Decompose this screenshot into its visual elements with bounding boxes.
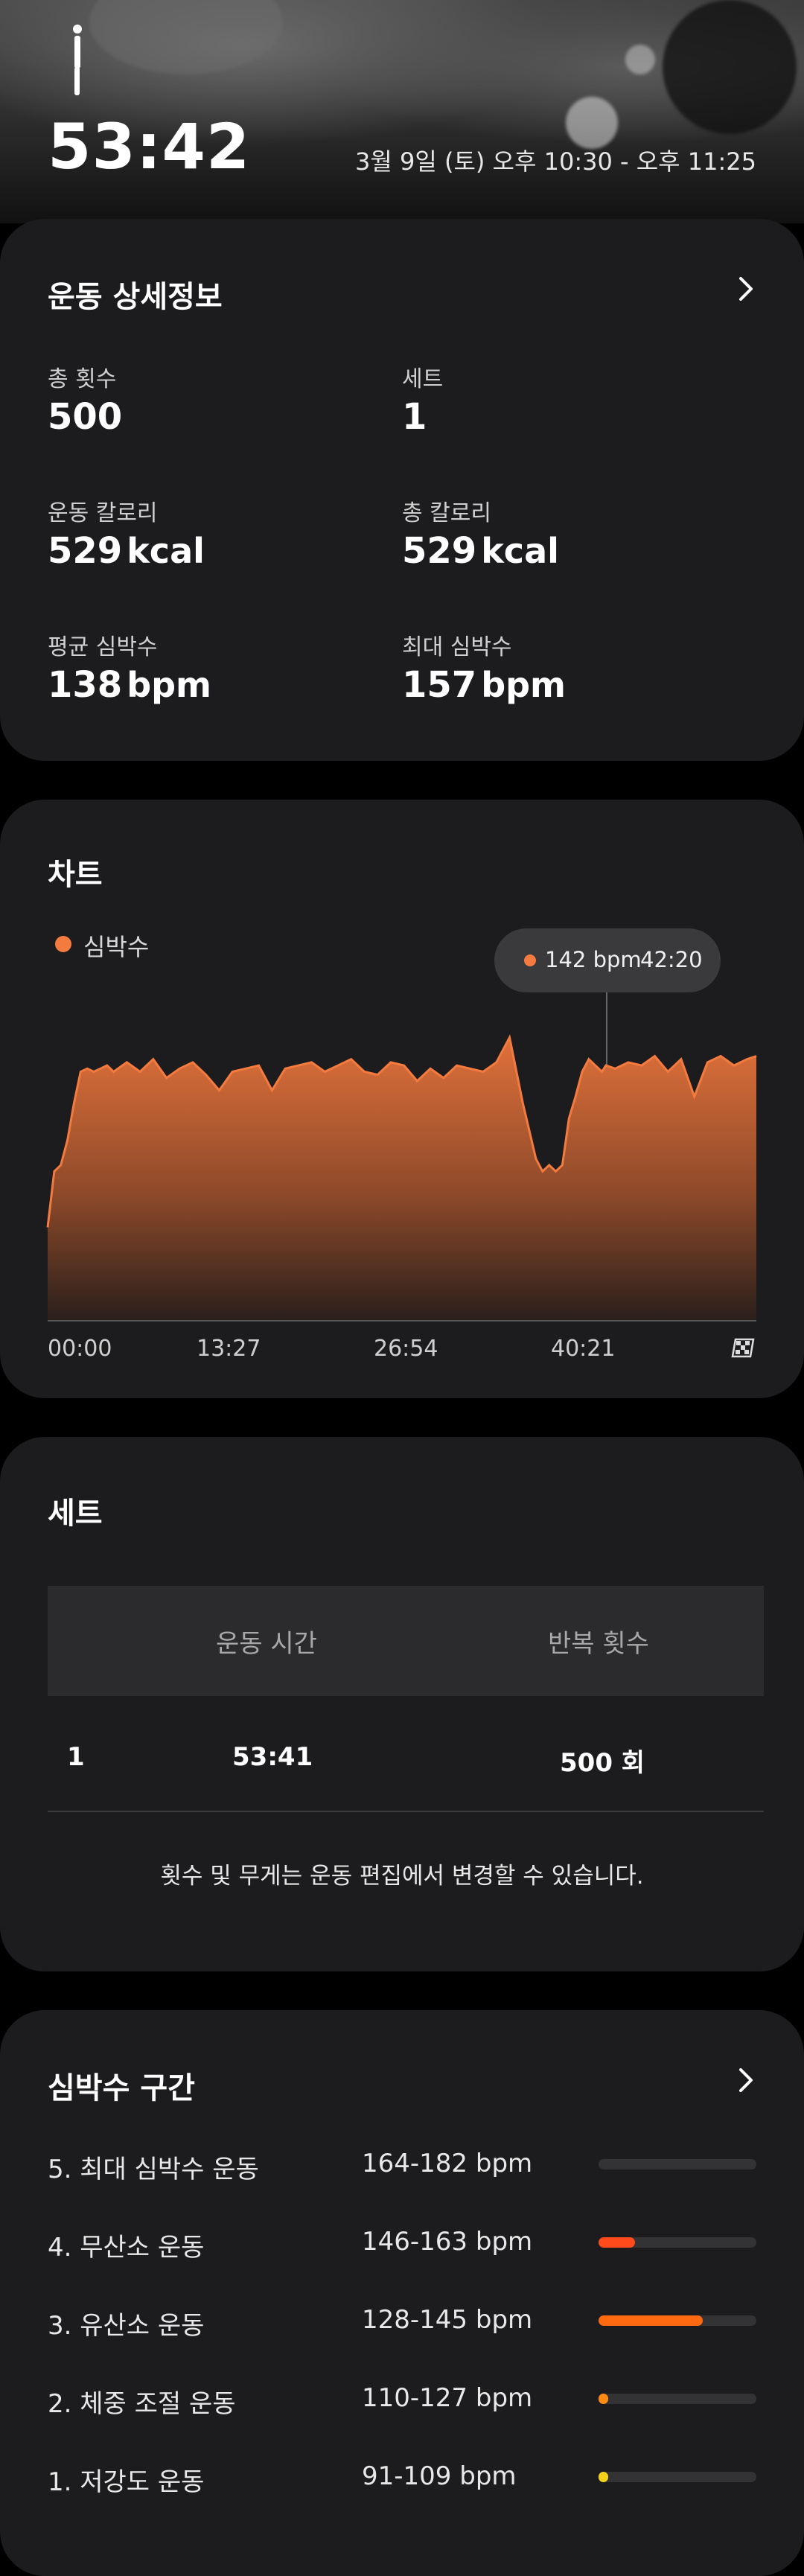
workout-duration: 53:42 xyxy=(48,110,251,183)
heart-rate-tooltip: 142 bpm 42:20 xyxy=(494,928,721,992)
total-calories-label: 총 칼로리 xyxy=(402,500,491,526)
zone-3-fill xyxy=(599,2315,703,2326)
sets-value: 1 xyxy=(402,396,427,438)
avg-heart-rate-value: 138 bpm xyxy=(48,664,211,706)
zone-2-bar xyxy=(599,2394,756,2404)
details-title: 운동 상세정보 xyxy=(48,280,223,314)
zone-3-range: 128-145 bpm xyxy=(362,2305,533,2335)
tooltip-time: 42:20 xyxy=(640,947,703,972)
zone-4-label: 4. 무산소 운동 xyxy=(48,2233,205,2263)
zone-5-bar xyxy=(599,2159,756,2169)
heart-rate-chart[interactable] xyxy=(0,800,804,1398)
chevron-right-icon[interactable] xyxy=(730,272,762,305)
zone-1-label: 1. 저강도 운동 xyxy=(48,2467,205,2497)
x-tick-2: 26:54 xyxy=(374,1336,438,1362)
x-tick-0: 00:00 xyxy=(48,1336,112,1362)
workout-calories-label: 운동 칼로리 xyxy=(48,500,158,526)
zone-1-bar xyxy=(599,2472,756,2482)
max-heart-rate-value: 157 bpm xyxy=(402,664,566,706)
bokeh-light xyxy=(566,97,618,149)
zone-1-fill xyxy=(599,2472,608,2482)
zone-3-label: 3. 유산소 운동 xyxy=(48,2311,205,2341)
dumbbell-shadow xyxy=(663,0,797,134)
avg-heart-rate-label: 평균 심박수 xyxy=(48,634,158,660)
col-workout-time: 운동 시간 xyxy=(216,1629,317,1659)
chevron-right-icon[interactable] xyxy=(730,2064,762,2097)
zone-2-fill xyxy=(599,2394,608,2404)
sets-label: 세트 xyxy=(402,366,444,392)
x-tick-3: 40:21 xyxy=(551,1336,616,1362)
zone-4-range: 146-163 bpm xyxy=(362,2227,533,2257)
total-reps-value: 500 xyxy=(48,396,123,438)
zone-4-fill xyxy=(599,2237,635,2248)
max-heart-rate-label: 최대 심박수 xyxy=(402,634,512,660)
set-reps: 500 회 xyxy=(560,1748,645,1778)
total-calories-value: 529 kcal xyxy=(402,530,559,572)
tooltip-dot xyxy=(524,954,536,966)
workout-date-range: 3월 9일 (토) 오후 10:30 - 오후 11:25 xyxy=(355,147,756,176)
zone-2-label: 2. 체중 조절 운동 xyxy=(48,2389,236,2419)
table-divider xyxy=(48,1811,764,1812)
sets-card: 세트 xyxy=(0,1437,804,1971)
zone-1-range: 91-109 bpm xyxy=(362,2461,517,2491)
zone-4-bar xyxy=(599,2237,756,2248)
workout-calories-value: 529 kcal xyxy=(48,530,205,572)
workout-details-card[interactable]: 운동 상세정보 총 횟수 500 세트 1 운동 칼로리 529 kcal 총 칼… xyxy=(0,219,804,761)
set-number: 1 xyxy=(67,1742,85,1772)
bokeh-light xyxy=(89,0,283,74)
standing-person-icon xyxy=(73,25,82,95)
zone-2-range: 110-127 bpm xyxy=(362,2383,533,2413)
zones-title: 심박수 구간 xyxy=(48,2071,195,2105)
sets-title: 세트 xyxy=(48,1496,103,1531)
col-reps: 반복 횟수 xyxy=(548,1629,649,1659)
finish-flag-icon xyxy=(731,1338,755,1358)
zone-5-label: 5. 최대 심박수 운동 xyxy=(48,2155,259,2184)
set-time: 53:41 xyxy=(232,1742,313,1772)
zone-5-range: 164-182 bpm xyxy=(362,2149,533,2178)
sets-table-header: 운동 시간 반복 횟수 xyxy=(48,1586,764,1696)
tooltip-value: 142 bpm xyxy=(545,947,642,972)
total-reps-label: 총 횟수 xyxy=(48,366,117,392)
workout-hero-image: 53:42 3월 9일 (토) 오후 10:30 - 오후 11:25 xyxy=(0,0,804,223)
bokeh-light xyxy=(625,45,655,74)
heart-rate-area xyxy=(48,1037,756,1321)
sets-edit-note: 횟수 및 무게는 운동 편집에서 변경할 수 있습니다. xyxy=(160,1863,644,1890)
zone-3-bar xyxy=(599,2315,756,2326)
x-tick-1: 13:27 xyxy=(197,1336,261,1362)
